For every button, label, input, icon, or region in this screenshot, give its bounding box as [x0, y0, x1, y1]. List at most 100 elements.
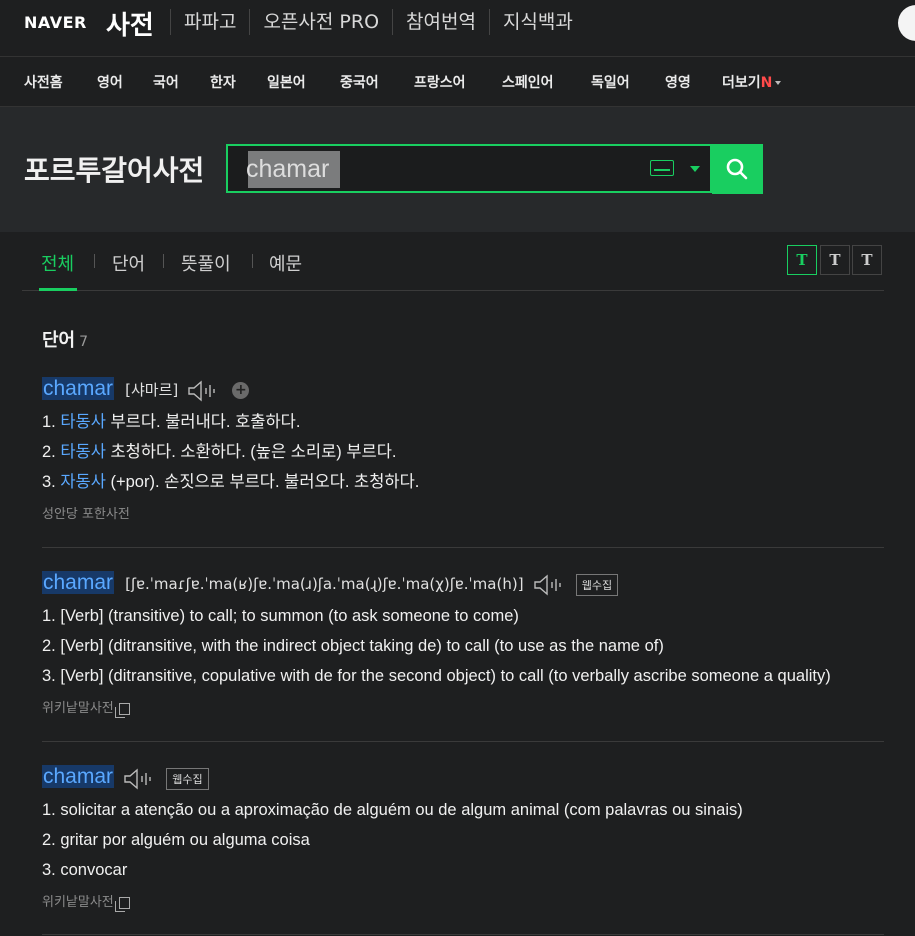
search-box: [226, 144, 712, 193]
nav-more-label: 더보기: [722, 75, 761, 91]
def-number: 1.: [42, 413, 56, 431]
def-text: gritar por alguém ou alguma coisa: [60, 831, 310, 849]
new-badge: N: [760, 75, 773, 91]
result-tabs: 전체 단어 뜻풀이 예문 T T T: [22, 232, 884, 291]
entry-word[interactable]: chamar: [42, 571, 115, 594]
tab-divider: [94, 254, 95, 268]
def-number: 3.: [42, 667, 56, 685]
nav-item-chinese[interactable]: 중국어: [340, 72, 379, 92]
top-link-encyclopedia[interactable]: 지식백과: [488, 9, 586, 35]
part-of-speech: 타동사: [60, 443, 106, 461]
external-link-icon: [114, 896, 130, 912]
top-bar: NAVER 사전 파파고 오픈사전 PRO 참여번역 지식백과: [0, 0, 915, 57]
part-of-speech: 자동사: [60, 473, 106, 491]
tab-example[interactable]: 예문: [269, 250, 302, 276]
dictionary-source[interactable]: 성안당 포한사전: [42, 503, 419, 522]
entry-word[interactable]: chamar: [42, 765, 115, 788]
caret-down-icon: [775, 81, 782, 85]
divider: [42, 741, 884, 742]
entry-head: chamar [샤마르] +: [42, 377, 419, 407]
avatar[interactable]: [898, 5, 915, 41]
nav-more[interactable]: 더보기N: [722, 72, 782, 92]
web-collected-badge: 웹수집: [575, 573, 619, 596]
nav-item-french[interactable]: 프랑스어: [414, 72, 466, 92]
def-text: solicitar a atenção ou a aproximação de …: [60, 801, 743, 819]
dictionary-title: 포르투갈어사전: [24, 154, 205, 187]
top-link-translation[interactable]: 참여번역: [392, 9, 489, 35]
naver-logo[interactable]: NAVER: [24, 13, 87, 32]
definition: 1. solicitar a atenção ou a aproximação …: [42, 795, 743, 825]
pronunciation: [ʃɐ.ˈmaɾʃɐ.ˈma(ʁ)ʃɐ.ˈma(ɹ)ʃa.ˈma(ɻ)ʃɐ.ˈm…: [125, 575, 524, 593]
def-number: 2.: [42, 443, 56, 461]
pronunciation: [샤마르]: [125, 381, 179, 399]
nav-item-english[interactable]: 영어: [97, 72, 123, 92]
search-input[interactable]: [246, 152, 586, 187]
tab-divider: [163, 254, 164, 268]
tab-divider: [252, 254, 253, 268]
top-links: 파파고 오픈사전 PRO 참여번역 지식백과: [170, 9, 586, 35]
def-number: 3.: [42, 861, 56, 879]
nav-item-korean[interactable]: 국어: [153, 72, 179, 92]
dictionary-nav: 사전홈 영어 국어 한자 일본어 중국어 프랑스어 스페인어 독일어 영영 더보…: [0, 57, 915, 107]
top-link-papago[interactable]: 파파고: [170, 9, 249, 35]
definition: 1. 타동사 부르다. 불러내다. 호출하다.: [42, 407, 419, 437]
definition: 3. [Verb] (ditransitive, copulative with…: [42, 661, 831, 691]
section-title: 단어 7: [42, 326, 88, 352]
result-count: 7: [79, 334, 89, 350]
external-link-icon: [114, 702, 130, 718]
part-of-speech: 타동사: [60, 413, 106, 431]
dictionary-source[interactable]: 위키낱말사전: [42, 891, 743, 912]
nav-item-english-english[interactable]: 영영: [665, 72, 691, 92]
speaker-icon[interactable]: [533, 573, 563, 596]
source-name: 위키낱말사전: [42, 701, 114, 716]
nav-item-home[interactable]: 사전홈: [24, 72, 63, 92]
def-text: [Verb] (transitive) to call; to summon (…: [60, 607, 519, 625]
definition: 3. 자동사 (+por). 손짓으로 부르다. 불러오다. 초청하다.: [42, 467, 419, 497]
top-link-open-dict[interactable]: 오픈사전 PRO: [249, 9, 392, 35]
font-size-medium-button[interactable]: T: [820, 245, 850, 275]
entry-head: chamar [ʃɐ.ˈmaɾʃɐ.ˈma(ʁ)ʃɐ.ˈma(ɹ)ʃa.ˈma(…: [42, 571, 831, 601]
dictionary-source[interactable]: 위키낱말사전: [42, 697, 831, 718]
def-text: [Verb] (ditransitive, copulative with de…: [60, 667, 831, 685]
entry: chamar 웹수집 1. solicitar a atenção ou a a…: [42, 765, 743, 912]
active-tab-indicator: [39, 288, 77, 291]
entry: chamar [샤마르] + 1. 타동사 부르다. 불러내다. 호출하다. 2…: [42, 377, 419, 522]
definition: 2. gritar por alguém ou alguma coisa: [42, 825, 743, 855]
dropdown-arrow-icon[interactable]: [690, 166, 700, 172]
entry-word[interactable]: chamar: [42, 377, 115, 400]
definition: 2. [Verb] (ditransitive, with the indire…: [42, 631, 831, 661]
tab-all[interactable]: 전체: [41, 250, 74, 276]
def-text: [Verb] (ditransitive, with the indirect …: [60, 637, 664, 655]
def-text: convocar: [60, 861, 128, 879]
def-number: 1.: [42, 607, 56, 625]
entry: chamar [ʃɐ.ˈmaɾʃɐ.ˈma(ʁ)ʃɐ.ˈma(ɹ)ʃa.ˈma(…: [42, 571, 831, 718]
def-text: (+por). 손짓으로 부르다. 불러오다. 초청하다.: [110, 473, 420, 491]
keyboard-icon[interactable]: [650, 160, 674, 176]
add-wordbook-icon[interactable]: +: [232, 382, 250, 399]
definition: 1. [Verb] (transitive) to call; to summo…: [42, 601, 831, 631]
def-number: 3.: [42, 473, 56, 491]
search-button[interactable]: [712, 144, 763, 194]
def-text: 초청하다. 소환하다. (높은 소리로) 부르다.: [110, 443, 397, 461]
nav-item-spanish[interactable]: 스페인어: [502, 72, 554, 92]
nav-item-hanja[interactable]: 한자: [210, 72, 236, 92]
speaker-icon[interactable]: [187, 379, 217, 402]
nav-item-japanese[interactable]: 일본어: [267, 72, 306, 92]
divider: [42, 934, 884, 935]
def-number: 2.: [42, 637, 56, 655]
font-size-large-button[interactable]: T: [852, 245, 882, 275]
tab-word[interactable]: 단어: [112, 250, 145, 276]
definition: 2. 타동사 초청하다. 소환하다. (높은 소리로) 부르다.: [42, 437, 419, 467]
definition: 3. convocar: [42, 855, 743, 885]
dictionary-logo[interactable]: 사전: [106, 5, 154, 42]
nav-item-german[interactable]: 독일어: [591, 72, 630, 92]
def-text: 부르다. 불러내다. 호출하다.: [110, 413, 301, 431]
section-title-text: 단어: [42, 330, 76, 351]
speaker-icon[interactable]: [123, 767, 153, 790]
def-number: 1.: [42, 801, 56, 819]
entry-head: chamar 웹수집: [42, 765, 743, 795]
font-size-small-button[interactable]: T: [787, 245, 817, 275]
source-name: 위키낱말사전: [42, 895, 114, 910]
tab-meaning[interactable]: 뜻풀이: [181, 250, 231, 276]
divider: [42, 547, 884, 548]
